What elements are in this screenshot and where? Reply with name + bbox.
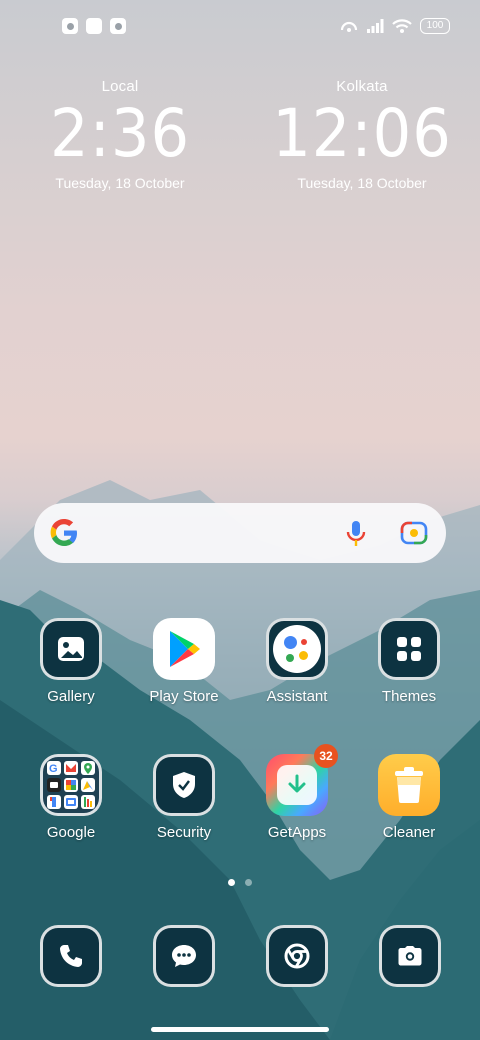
mic-icon[interactable]: [342, 519, 370, 549]
hotspot-icon: [340, 21, 358, 32]
folder-google[interactable]: G Google: [21, 754, 121, 841]
dock-camera-icon[interactable]: [379, 925, 441, 987]
home-indicator[interactable]: [151, 1027, 329, 1032]
app-themes[interactable]: Themes: [359, 618, 459, 705]
battery-icon: 100: [420, 18, 450, 34]
getapps-icon: 32: [266, 744, 338, 816]
gallery-icon: [40, 618, 102, 680]
themes-icon: [378, 618, 440, 680]
clock-label: Kolkata: [336, 78, 388, 95]
app-label: Themes: [381, 688, 437, 705]
google-icon: [50, 519, 77, 546]
dock-chrome-icon[interactable]: [266, 925, 328, 987]
lens-icon[interactable]: [400, 520, 428, 546]
signal-icon: [367, 19, 384, 33]
clock-time: 2:36: [49, 95, 191, 172]
status-bar: 100: [0, 16, 480, 40]
security-icon: [153, 754, 215, 816]
app-cleaner[interactable]: Cleaner: [359, 754, 459, 841]
app-label: GetApps: [267, 824, 327, 841]
app-label: Security: [156, 824, 212, 841]
clock-label: Local: [101, 78, 139, 95]
dock-phone-icon[interactable]: [40, 925, 102, 987]
app-security[interactable]: Security: [134, 754, 234, 841]
assistant-icon: [266, 618, 328, 680]
square-notification-icon: [86, 18, 102, 34]
app-play-store[interactable]: Play Store: [134, 618, 234, 705]
local-clock-widget[interactable]: Local 2:36 Tuesday, 18 October: [20, 78, 220, 191]
page-dot-active: [228, 879, 235, 886]
app-label: Google: [46, 824, 96, 841]
clock-date: Tuesday, 18 October: [55, 175, 185, 191]
wifi-icon: [392, 19, 412, 33]
app-label: Cleaner: [382, 824, 436, 841]
app-getapps[interactable]: 32 GetApps: [247, 744, 347, 841]
google-search-bar[interactable]: [34, 503, 446, 563]
page-dot: [245, 879, 252, 886]
dock-messages-icon[interactable]: [153, 925, 215, 987]
app-gallery[interactable]: Gallery: [21, 618, 121, 705]
google-folder-icon: G: [40, 754, 102, 816]
cleaner-icon: [378, 754, 440, 816]
kolkata-clock-widget[interactable]: Kolkata 12:06 Tuesday, 18 October: [262, 78, 462, 191]
app-label: Assistant: [266, 688, 328, 705]
clock-date: Tuesday, 18 October: [297, 175, 427, 191]
play-store-icon: [153, 618, 215, 680]
app-notification-icon: [62, 18, 78, 34]
page-indicator: [228, 879, 252, 886]
app-label: Play Store: [149, 688, 219, 705]
app-label: Gallery: [47, 688, 95, 705]
app-notification-icon: [110, 18, 126, 34]
clock-time: 12:06: [272, 95, 452, 172]
svg-text:G: G: [49, 763, 58, 775]
notification-badge: 32: [314, 744, 338, 768]
app-assistant[interactable]: Assistant: [247, 618, 347, 705]
